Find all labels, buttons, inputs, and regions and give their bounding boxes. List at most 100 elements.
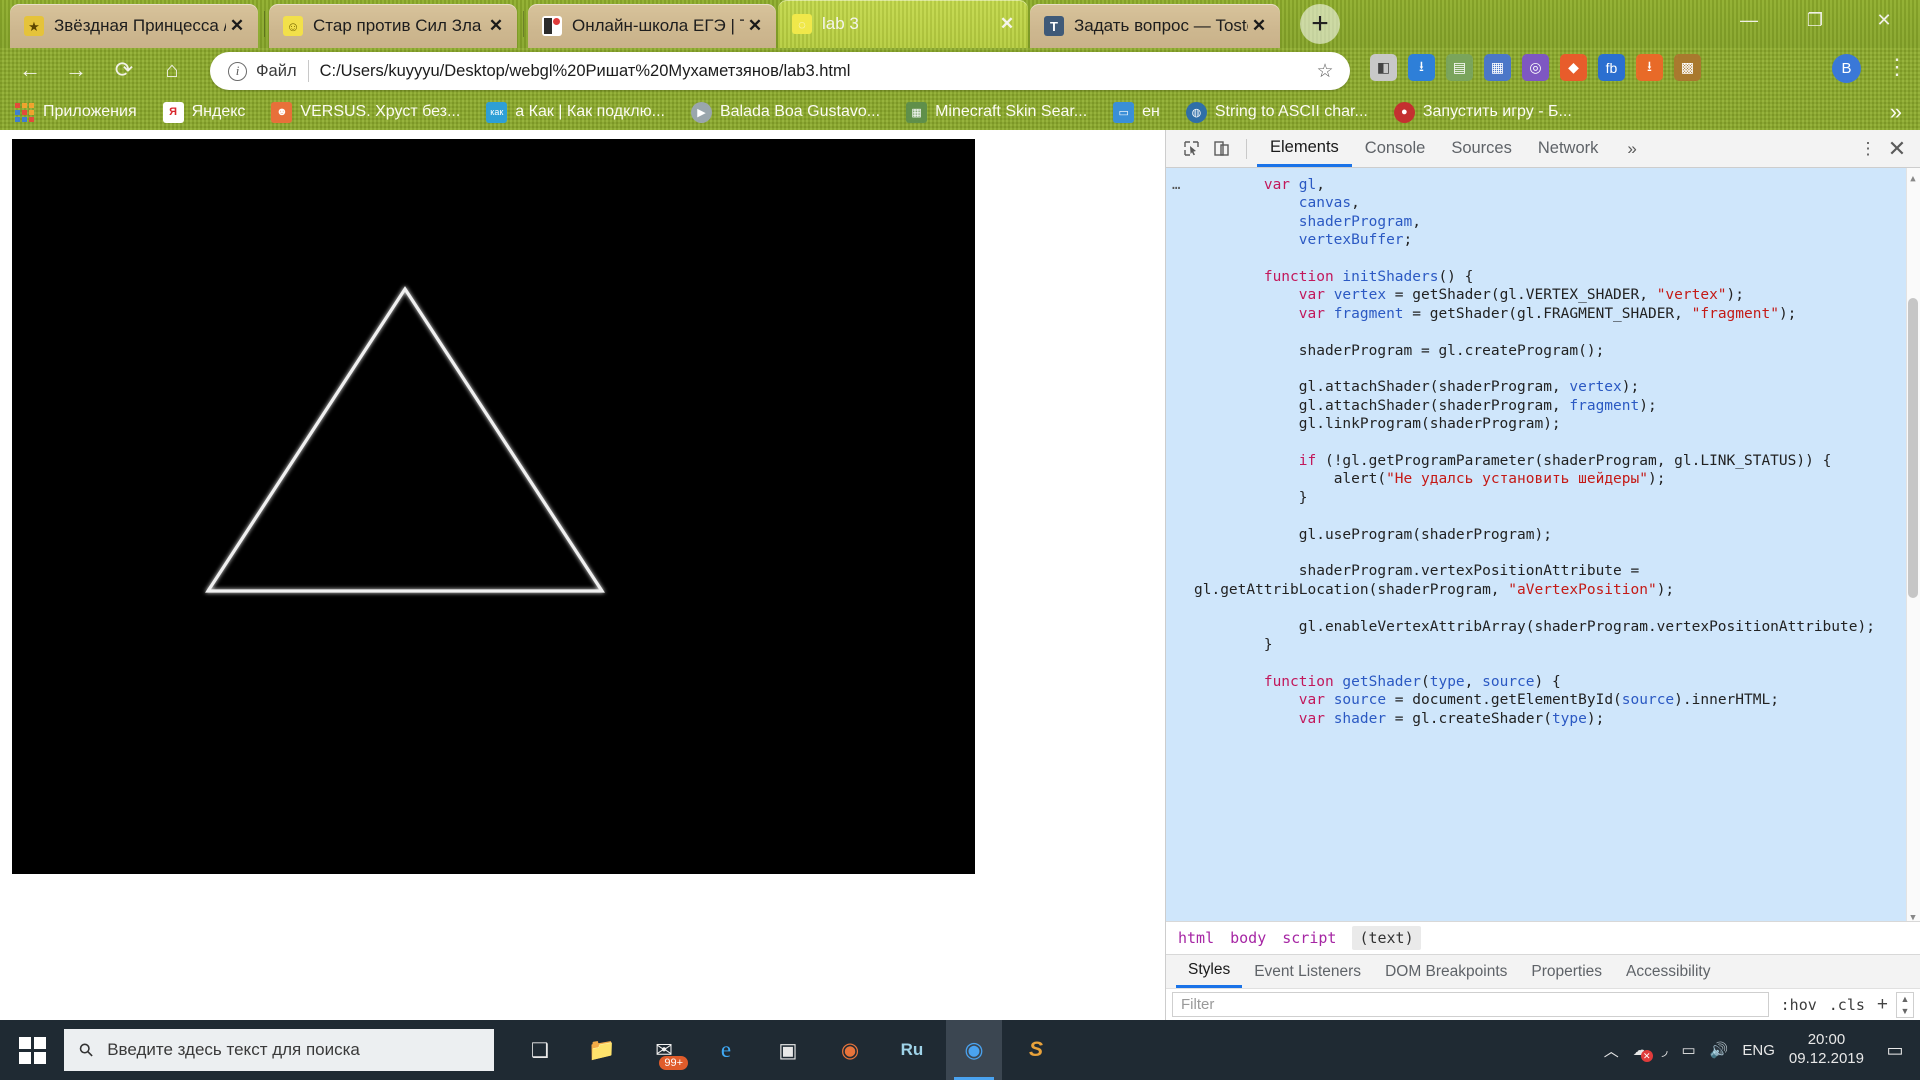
address-bar[interactable]: i Файл C:/Users/kuyyyu/Desktop/webgl%20Р… xyxy=(210,52,1350,90)
extension-icon-7[interactable]: ⭳ xyxy=(1636,54,1663,81)
page-info-icon[interactable]: i xyxy=(228,61,247,81)
bookmark-item[interactable]: как а Как | Как подклю... xyxy=(486,101,665,123)
start-button[interactable] xyxy=(0,1020,64,1080)
scroll-up-arrow[interactable]: ▲ xyxy=(1908,170,1918,184)
browser-menu-button[interactable]: ⋮ xyxy=(1886,54,1908,80)
devtools-tabbar: Elements Console Sources Network » ⋮ ✕ xyxy=(1166,130,1920,168)
firefox-icon[interactable]: ◉ xyxy=(822,1020,878,1080)
scrollbar-thumb[interactable] xyxy=(1908,298,1918,598)
cloud-error-icon[interactable]: ☁ ✕ xyxy=(1633,1041,1653,1062)
breadcrumb-item[interactable]: (text) xyxy=(1352,926,1421,950)
webgl-canvas[interactable] xyxy=(12,139,975,874)
edge-icon[interactable]: e xyxy=(698,1020,754,1080)
notifications-icon[interactable]: ▭ xyxy=(1878,1020,1912,1080)
hov-toggle[interactable]: :hov xyxy=(1781,996,1817,1014)
bookmark-item[interactable]: ▦ Minecraft Skin Sear... xyxy=(906,101,1087,123)
language-indicator[interactable]: ENG xyxy=(1742,1042,1775,1059)
scroll-down-arrow[interactable]: ▼ xyxy=(1908,909,1918,921)
extension-icon-8[interactable]: ▩ xyxy=(1674,54,1701,81)
close-window-button[interactable]: ✕ xyxy=(1848,0,1920,40)
tab-close-button[interactable]: ✕ xyxy=(226,15,248,37)
devtools-tabbar-right: ⋮ ✕ xyxy=(1854,135,1920,163)
extension-icon-4[interactable]: ◎ xyxy=(1522,54,1549,81)
breadcrumb-item[interactable]: body xyxy=(1230,929,1266,947)
battery-icon[interactable]: ▭ xyxy=(1682,1041,1696,1059)
cls-toggle[interactable]: .cls xyxy=(1829,996,1865,1014)
tab-close-button[interactable]: ✕ xyxy=(485,15,507,37)
store-icon[interactable]: ▣ xyxy=(760,1020,816,1080)
elements-code-view[interactable]: … var gl, canvas, shaderProgram, vertexB… xyxy=(1166,168,1920,921)
extension-icons: ◧ ⭳ ▤ ▦ ◎ ◆ fb ⭳ ▩ xyxy=(1370,54,1701,81)
reload-button[interactable]: ⟳ xyxy=(106,52,142,88)
tab-properties[interactable]: Properties xyxy=(1519,955,1614,988)
device-toolbar-icon[interactable] xyxy=(1206,135,1236,163)
bookmark-star-icon[interactable]: ☆ xyxy=(1312,60,1338,83)
maximize-button[interactable]: ❐ xyxy=(1782,0,1848,40)
home-button[interactable]: ⌂ xyxy=(154,52,190,88)
extension-icon-1[interactable]: ◧ xyxy=(1370,54,1397,81)
devtools-close-button[interactable]: ✕ xyxy=(1882,135,1912,163)
tab-close-button[interactable]: ✕ xyxy=(1248,15,1270,37)
bookmark-item[interactable]: ▭ ен xyxy=(1113,101,1160,123)
bookmark-item[interactable]: ☻ VERSUS. Хруст без... xyxy=(271,101,460,123)
extension-icon-6[interactable]: fb xyxy=(1598,54,1625,81)
extension-icon-2[interactable]: ▤ xyxy=(1446,54,1473,81)
bookmark-item[interactable]: ● Запустить игру - Б... xyxy=(1393,101,1572,123)
code-token: () { xyxy=(1438,269,1474,286)
tab-event-listeners[interactable]: Event Listeners xyxy=(1242,955,1373,988)
filter-input[interactable]: Filter xyxy=(1172,992,1769,1017)
bookmark-item[interactable]: Я Яндекс xyxy=(162,101,245,123)
extension-icon-3[interactable]: ▦ xyxy=(1484,54,1511,81)
chrome-icon[interactable]: ◉ xyxy=(946,1020,1002,1080)
task-view-icon[interactable]: ❑ xyxy=(512,1020,568,1080)
download-icon[interactable]: ⭳ xyxy=(1408,54,1435,81)
url-text[interactable]: C:/Users/kuyyyu/Desktop/webgl%20Ришат%20… xyxy=(320,62,1312,81)
twitter-icon: ▭ xyxy=(1113,101,1135,123)
inspect-cursor-icon[interactable] xyxy=(1176,135,1206,163)
browser-tab[interactable]: T Задать вопрос — Toster.ru ✕ xyxy=(1030,4,1280,48)
browser-tab-active[interactable]: ◌ lab 3 ✕ xyxy=(778,0,1028,48)
browser-tab[interactable]: Онлайн-школа ЕГЭ | Trello ✕ xyxy=(528,4,776,48)
computed-spinner[interactable]: ▲ ▼ xyxy=(1896,991,1914,1018)
sublime-icon[interactable]: S xyxy=(1008,1020,1064,1080)
extension-icon-5[interactable]: ◆ xyxy=(1560,54,1587,81)
tab-console[interactable]: Console xyxy=(1352,130,1439,167)
code-scrollbar[interactable]: ▲ ▼ xyxy=(1906,168,1920,921)
photoshop-icon[interactable]: Ru xyxy=(884,1020,940,1080)
tab-accessibility[interactable]: Accessibility xyxy=(1614,955,1722,988)
taskbar-search-input[interactable]: ⚲ Введите здесь текст для поиска xyxy=(64,1029,494,1071)
tab-elements[interactable]: Elements xyxy=(1257,130,1352,167)
tab-network[interactable]: Network xyxy=(1525,130,1612,167)
volume-icon[interactable]: 🔊 xyxy=(1710,1041,1729,1059)
tab-close-button[interactable]: ✕ xyxy=(996,13,1018,35)
devtools-menu-button[interactable]: ⋮ xyxy=(1854,135,1882,163)
mail-badge: 99+ xyxy=(659,1056,688,1070)
file-explorer-icon[interactable]: 📁 xyxy=(574,1020,630,1080)
back-button[interactable]: ← xyxy=(12,52,48,88)
tab-close-button[interactable]: ✕ xyxy=(744,15,766,37)
bookmark-item[interactable]: Приложения xyxy=(14,102,137,123)
bookmark-item[interactable]: ◍ String to ASCII char... xyxy=(1185,101,1368,123)
minimize-button[interactable]: — xyxy=(1716,0,1782,40)
bookmark-item[interactable]: ▶ Balada Boa Gustavo... xyxy=(690,101,880,123)
tab-sources[interactable]: Sources xyxy=(1438,130,1525,167)
new-tab-button[interactable]: + xyxy=(1300,4,1340,44)
taskbar-buttons: ❑ 📁 ✉ 99+ e ▣ ◉ Ru ◉ S xyxy=(512,1020,1064,1080)
wifi-icon[interactable]: ◞ xyxy=(1662,1041,1668,1059)
clock[interactable]: 20:00 09.12.2019 xyxy=(1789,1031,1864,1069)
more-tabs-button[interactable]: » xyxy=(1617,139,1646,159)
profile-avatar[interactable]: B xyxy=(1832,54,1861,83)
bookmarks-overflow-button[interactable]: » xyxy=(1890,99,1902,125)
mail-icon[interactable]: ✉ 99+ xyxy=(636,1020,692,1080)
new-style-rule-button[interactable]: + xyxy=(1877,994,1888,1016)
breadcrumb-item[interactable]: html xyxy=(1178,929,1214,947)
browser-tab[interactable]: ☺ Стар против Сил Зла / Зве ✕ xyxy=(269,4,517,48)
tray-chevron-icon[interactable]: ︿ xyxy=(1604,1040,1619,1061)
tab-styles[interactable]: Styles xyxy=(1176,955,1243,988)
tab-dom-breakpoints[interactable]: DOM Breakpoints xyxy=(1373,955,1519,988)
breadcrumb-item[interactable]: script xyxy=(1282,929,1336,947)
forward-button[interactable]: → xyxy=(58,52,94,88)
browser-tab[interactable]: ★ Звёздная Принцесса / Ста ✕ xyxy=(10,4,258,48)
